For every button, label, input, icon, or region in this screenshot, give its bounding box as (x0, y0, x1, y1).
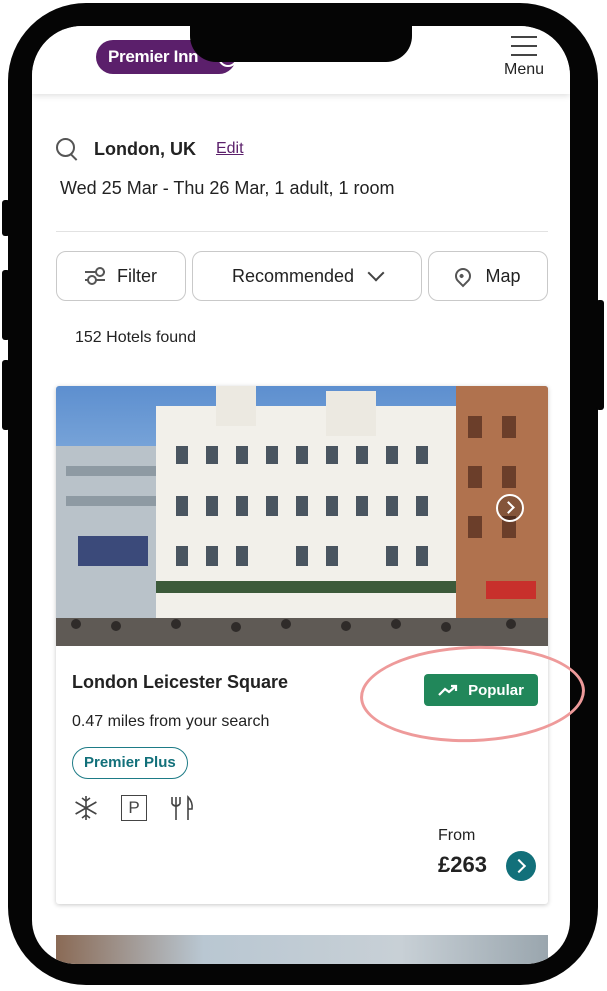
logo-text: Premier Inn (108, 47, 199, 66)
search-location: London, UK (94, 138, 196, 159)
next-photo-button[interactable] (496, 494, 524, 522)
search-dates: Wed 25 Mar - Thu 26 Mar, 1 adult, 1 room (60, 178, 395, 198)
premier-plus-badge: Premier Plus (72, 747, 188, 779)
map-label: Map (485, 265, 521, 286)
filter-label: Filter (117, 265, 157, 286)
parking-icon: P (120, 794, 148, 822)
hotel-photo[interactable] (56, 386, 548, 646)
phone-notch (190, 22, 412, 62)
phone-volume-up (2, 270, 10, 340)
menu-button[interactable]: Menu (500, 36, 548, 79)
menu-label: Menu (503, 61, 545, 78)
edit-search-link[interactable]: Edit (216, 140, 244, 158)
parking-symbol: P (121, 795, 147, 821)
results-count: 152 Hotels found (75, 329, 196, 346)
filter-sliders-icon (85, 267, 105, 285)
price-from-label: From (438, 827, 476, 844)
search-summary: London, UK Edit (56, 138, 244, 161)
view-hotel-button[interactable] (506, 851, 536, 881)
filter-button[interactable]: Filter (56, 251, 186, 301)
phone-volume-down (2, 360, 10, 430)
hotel-building-illustration (56, 386, 548, 646)
phone-side-button (2, 200, 10, 236)
results-controls: Filter Recommended Map (56, 251, 548, 301)
sort-dropdown[interactable]: Recommended (192, 251, 422, 301)
hamburger-icon (500, 36, 548, 56)
hotel-price: £263 (438, 852, 487, 877)
snowflake-icon (72, 794, 100, 822)
map-button[interactable]: Map (428, 251, 548, 301)
chevron-down-icon (367, 264, 385, 282)
restaurant-icon (168, 794, 196, 822)
hotel-name[interactable]: London Leicester Square (72, 672, 288, 693)
next-hotel-card-photo[interactable] (56, 935, 548, 964)
sort-label: Recommended (231, 265, 355, 286)
amenities-list: P (72, 794, 196, 822)
app-screen: Premier Inn Menu London, UK Edit Wed 25 … (32, 26, 570, 964)
search-icon (56, 138, 78, 161)
hotel-distance: 0.47 miles from your search (72, 713, 270, 730)
map-pin-icon (452, 264, 475, 288)
divider (56, 231, 548, 232)
phone-power-button (596, 300, 604, 410)
